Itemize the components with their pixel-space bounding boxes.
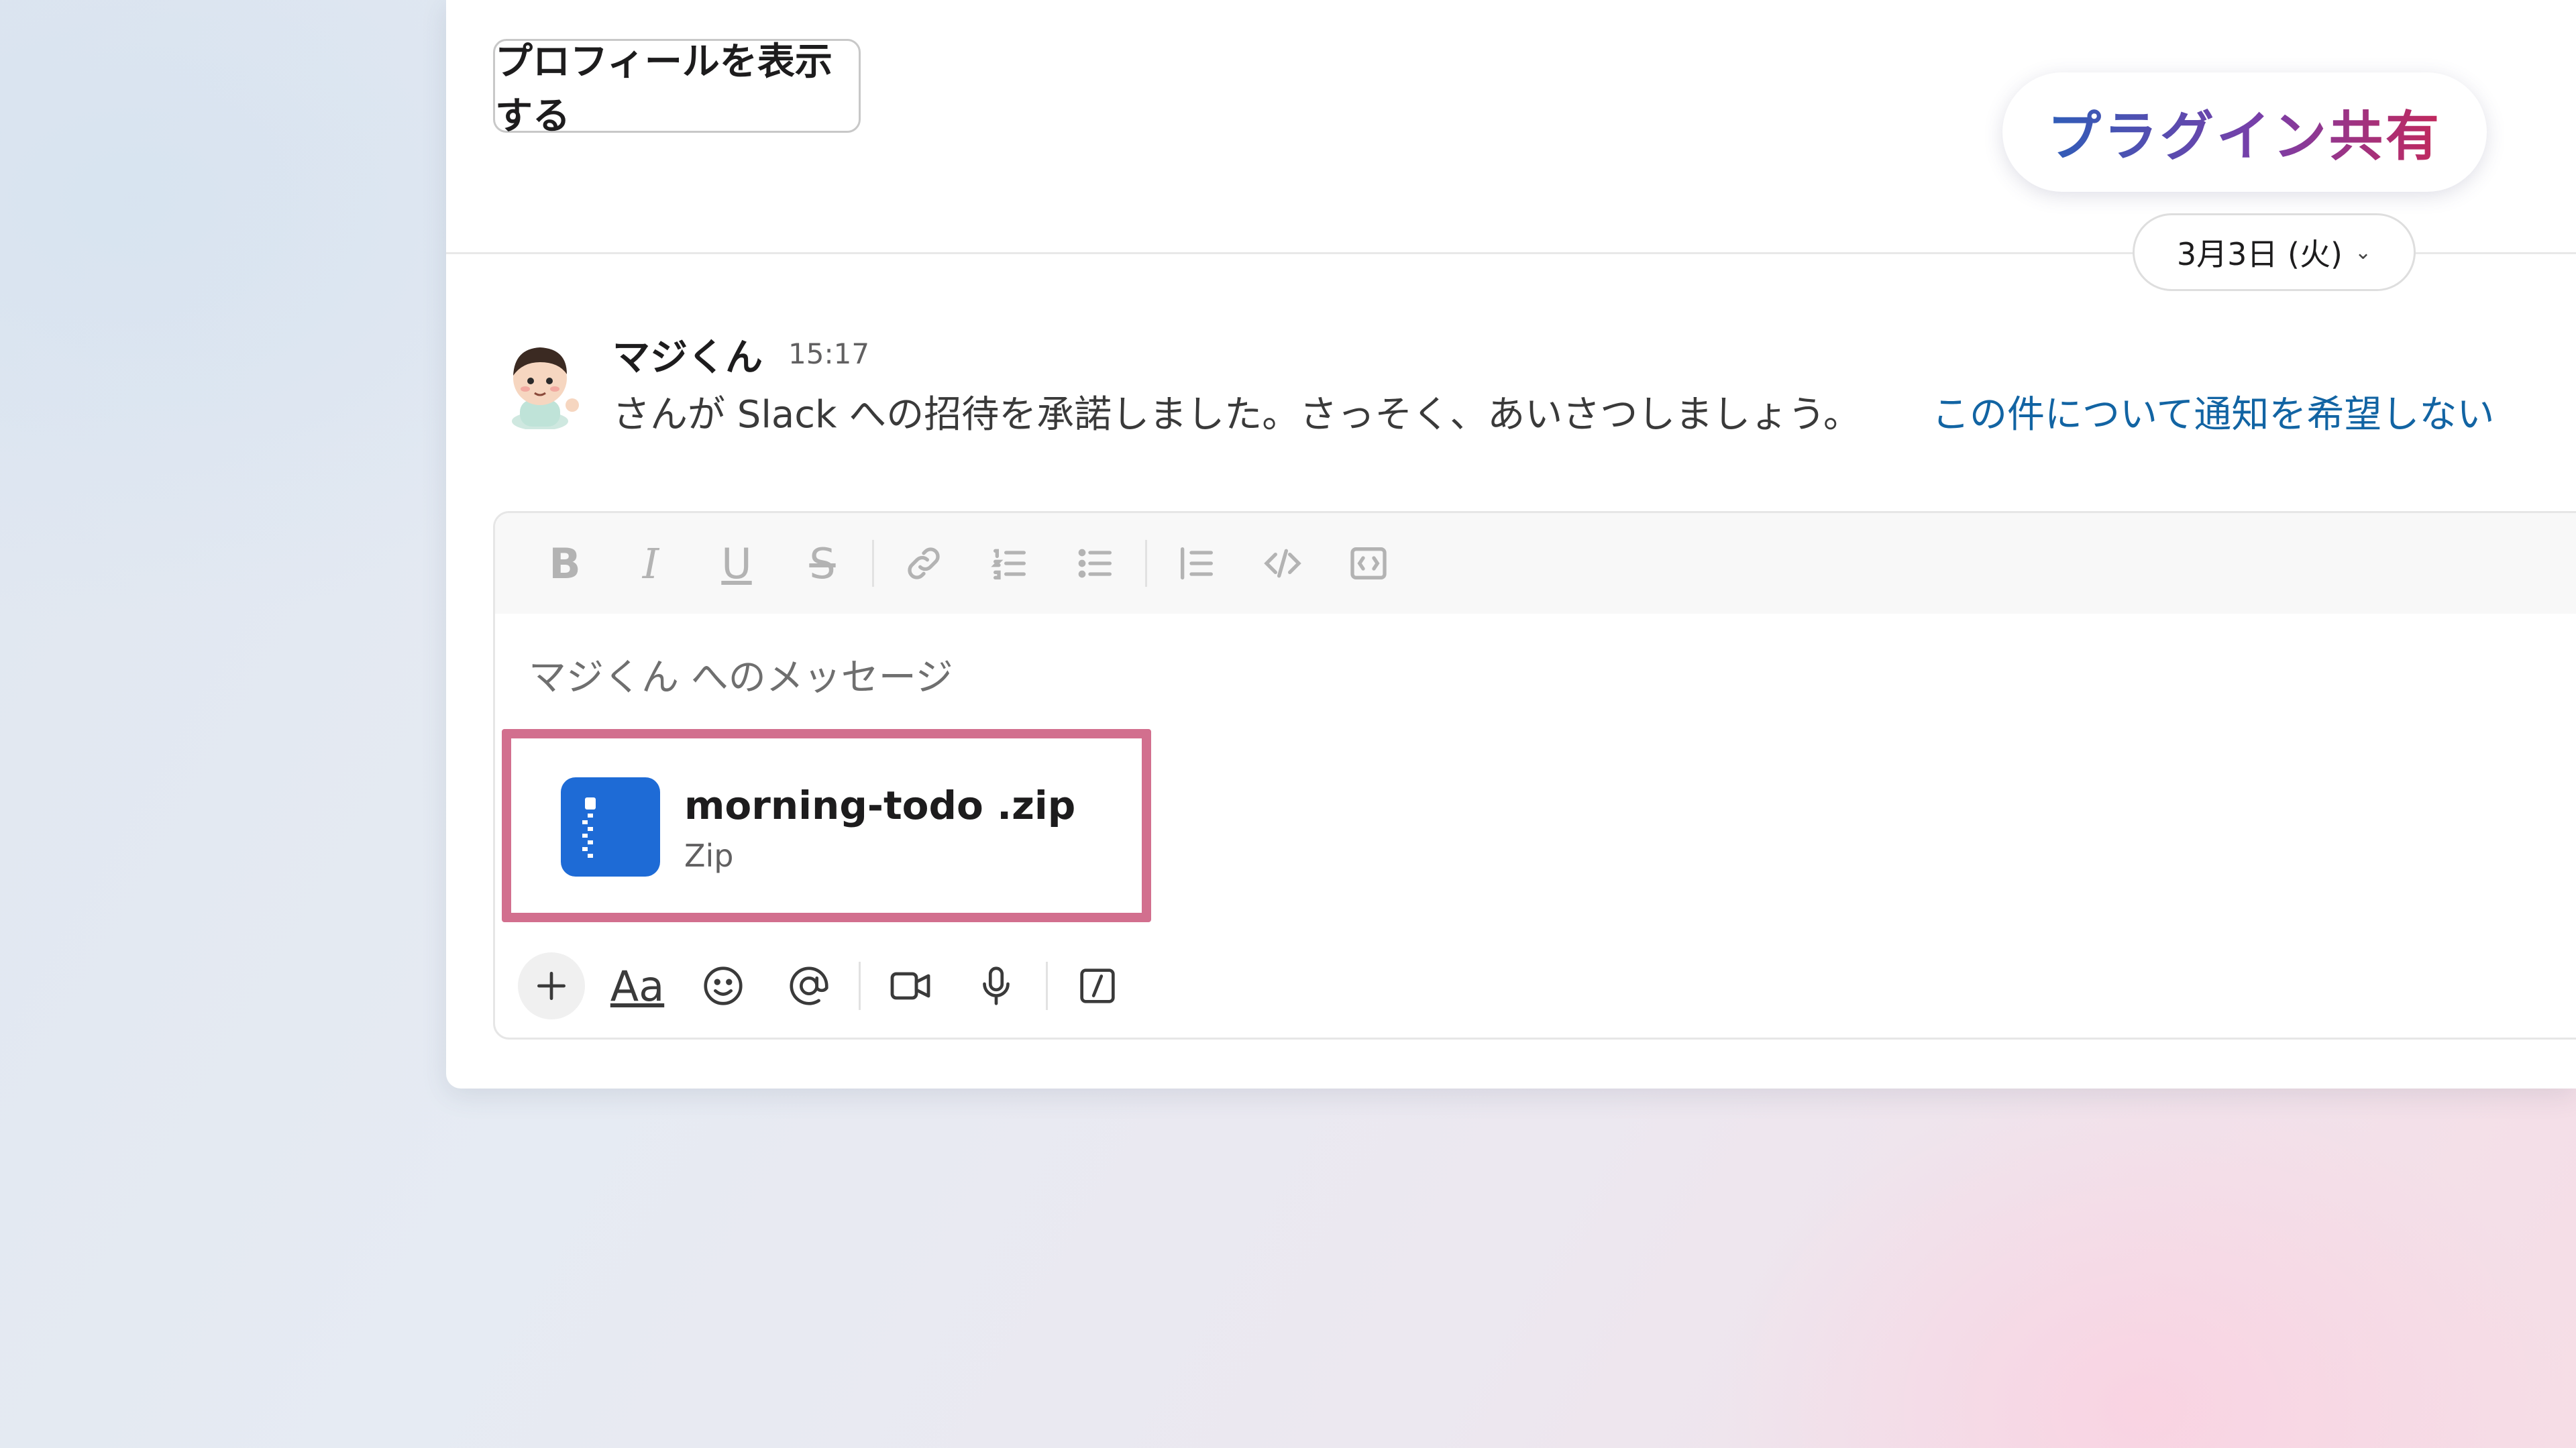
plus-icon	[518, 952, 585, 1019]
text-format-icon: Aa	[610, 961, 665, 1011]
emoji-button[interactable]	[680, 949, 766, 1023]
message-author[interactable]: マジくん	[612, 327, 763, 382]
message-timestamp[interactable]: 15:17	[788, 337, 869, 370]
plugin-share-label: プラグイン共有	[2047, 93, 2442, 171]
attachment-highlight: morning-todo .zip Zip	[502, 729, 1151, 922]
underline-icon[interactable]: U	[694, 530, 780, 597]
audio-button[interactable]	[953, 949, 1039, 1023]
zip-file-icon	[561, 777, 660, 877]
code-icon[interactable]	[1240, 530, 1326, 597]
date-label: 3月3日 (火)	[2176, 236, 2343, 272]
message-input[interactable]: マジくん へのメッセージ	[529, 647, 953, 702]
date-divider-chip[interactable]: 3月3日 (火) ⌄	[2133, 213, 2416, 291]
formatting-toolbar: B I U S	[495, 513, 2576, 614]
file-name: morning-todo .zip	[684, 783, 1076, 828]
emoji-icon	[704, 966, 743, 1005]
toolbar-divider	[1046, 962, 1048, 1010]
code-block-icon[interactable]	[1326, 530, 1411, 597]
toolbar-divider	[859, 962, 861, 1010]
view-profile-button[interactable]: プロフィールを表示する	[493, 39, 861, 138]
slash-command-icon	[1080, 968, 1115, 1003]
plugin-share-badge: プラグイン共有	[2002, 72, 2487, 192]
chevron-down-icon: ⌄	[2354, 240, 2372, 264]
italic-icon[interactable]: I	[608, 530, 694, 597]
mention-button[interactable]	[766, 949, 852, 1023]
mute-notification-link[interactable]: この件について通知を希望しない	[1932, 384, 2494, 439]
composer-bottom-toolbar: Aa	[508, 949, 1140, 1023]
toolbar-divider	[1145, 540, 1147, 587]
message-text: さんが Slack への招待を承諾しました。さっそく、あいさつしましょう。	[612, 393, 1861, 437]
bullet-list-icon[interactable]	[1053, 530, 1138, 597]
file-attachment[interactable]: morning-todo .zip Zip	[527, 745, 1135, 906]
toolbar-divider	[872, 540, 874, 587]
ordered-list-icon[interactable]	[967, 530, 1053, 597]
video-button[interactable]	[867, 949, 953, 1023]
message-composer: B I U S マジくん へのメッセージ morning-todo .zip Z…	[493, 511, 2576, 1040]
microphone-icon	[983, 966, 1010, 1005]
strikethrough-icon[interactable]: S	[780, 530, 865, 597]
file-type: Zip	[684, 838, 734, 874]
attach-button[interactable]	[508, 949, 594, 1023]
blockquote-icon[interactable]	[1154, 530, 1240, 597]
video-icon	[890, 972, 930, 1000]
mention-icon	[790, 966, 828, 1005]
slash-command-button[interactable]	[1055, 949, 1140, 1023]
link-icon[interactable]	[881, 530, 967, 597]
bold-icon[interactable]: B	[522, 530, 608, 597]
text-format-button[interactable]: Aa	[594, 949, 680, 1023]
avatar[interactable]	[500, 335, 587, 431]
